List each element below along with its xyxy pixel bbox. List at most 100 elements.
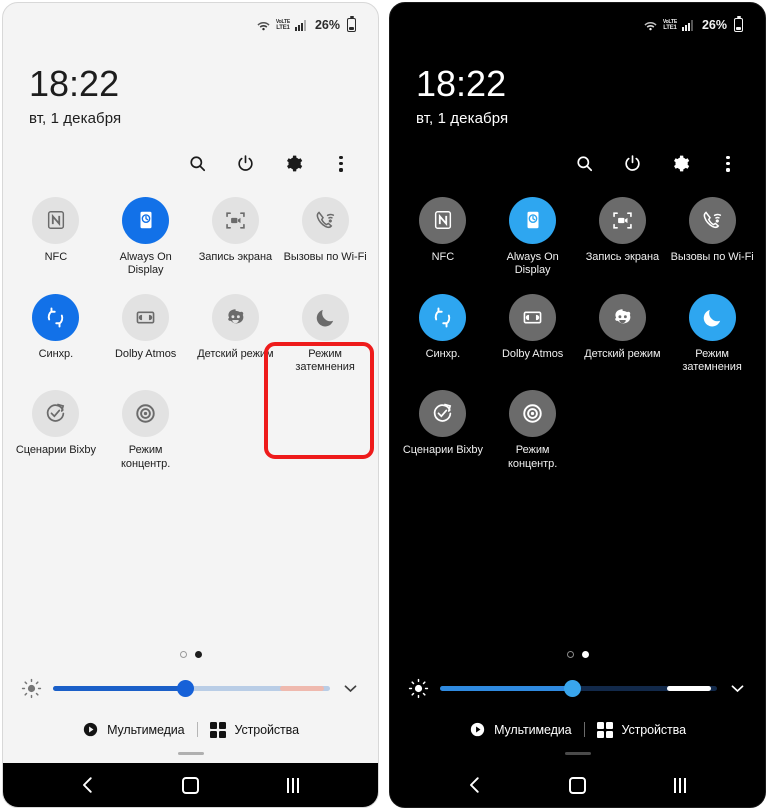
clock-date: вт, 1 декабря bbox=[416, 109, 509, 127]
page-dot-2-active[interactable] bbox=[194, 651, 202, 659]
brightness-row-dark bbox=[390, 671, 765, 705]
quick-panel-toolbar-light bbox=[3, 127, 378, 175]
devices-button[interactable]: Устройства bbox=[209, 721, 300, 739]
chevron-down-icon[interactable] bbox=[341, 679, 360, 698]
media-button[interactable]: Мультимедиа bbox=[469, 721, 572, 738]
brightness-row-light bbox=[3, 671, 378, 705]
clock-block-light: 18:22 вт, 1 декабря bbox=[3, 47, 378, 127]
brightness-icon bbox=[408, 678, 429, 699]
status-bar-light: VoLTE LTE1 26% bbox=[3, 3, 378, 47]
screen-record-icon bbox=[211, 196, 259, 244]
nfc-icon bbox=[419, 196, 467, 244]
tile-bixby-routines[interactable]: Сценарии Bixby bbox=[11, 384, 101, 471]
search-icon[interactable] bbox=[573, 153, 595, 175]
slider-knob[interactable] bbox=[564, 679, 582, 697]
recents-icon[interactable] bbox=[280, 772, 306, 798]
tile-screen-record[interactable]: Запись экрана bbox=[191, 191, 281, 278]
tile-wifi-calling[interactable]: Вызовы по Wi-Fi bbox=[280, 191, 370, 278]
always-on-display-icon bbox=[509, 196, 557, 244]
clock-date: вт, 1 декабря bbox=[29, 109, 122, 127]
tile-sync[interactable]: Синхр. bbox=[398, 288, 488, 375]
page-dot-2-active[interactable] bbox=[581, 651, 589, 659]
tile-always-on-display[interactable]: Always On Display bbox=[101, 191, 191, 278]
brightness-slider[interactable] bbox=[440, 677, 717, 699]
slider-knob[interactable] bbox=[177, 679, 195, 697]
quick-settings-tiles-dark: NFC Always On Display Запись экрана Вызо… bbox=[390, 175, 765, 471]
devices-label: Устройства bbox=[234, 722, 300, 737]
drag-handle[interactable] bbox=[390, 738, 765, 763]
home-square-icon[interactable] bbox=[564, 772, 590, 798]
page-dot-1[interactable] bbox=[179, 651, 187, 659]
page-indicator-light[interactable] bbox=[3, 651, 378, 671]
signal-bars-icon bbox=[294, 19, 306, 31]
tile-nfc[interactable]: NFC bbox=[11, 191, 101, 278]
tile-label: Режим концентр. bbox=[507, 444, 558, 470]
nfc-icon bbox=[32, 196, 80, 244]
tile-label: Режим затемнения bbox=[682, 347, 742, 374]
gear-icon[interactable] bbox=[282, 153, 304, 175]
tile-label: Режим затемнения bbox=[295, 347, 355, 374]
back-chevron-icon[interactable] bbox=[75, 772, 101, 798]
battery-percent-label: 26% bbox=[314, 18, 340, 32]
tile-kids-mode[interactable]: Детский режим bbox=[191, 288, 281, 375]
tile-focus-mode[interactable]: Режим концентр. bbox=[488, 384, 578, 471]
tile-wifi-calling[interactable]: Вызовы по Wi-Fi bbox=[667, 191, 757, 278]
battery-icon bbox=[347, 16, 356, 32]
tile-nfc[interactable]: NFC bbox=[398, 191, 488, 278]
chevron-down-icon[interactable] bbox=[728, 679, 747, 698]
media-label: Мультимедиа bbox=[494, 722, 572, 737]
kebab-menu-icon[interactable] bbox=[330, 153, 352, 175]
tile-label: Синхр. bbox=[425, 347, 461, 360]
tile-dark-mode[interactable]: Режим затемнения bbox=[280, 288, 370, 375]
tile-focus-mode[interactable]: Режим концентр. bbox=[101, 384, 191, 471]
footer-divider bbox=[196, 722, 198, 738]
tile-bixby-routines[interactable]: Сценарии Bixby bbox=[398, 384, 488, 471]
drag-handle[interactable] bbox=[3, 738, 378, 763]
tile-label: Вызовы по Wi-Fi bbox=[283, 250, 367, 263]
panel-spacer bbox=[3, 471, 378, 651]
devices-button[interactable]: Устройства bbox=[596, 721, 686, 739]
tile-label: Сценарии Bixby bbox=[15, 444, 96, 457]
tile-always-on-display[interactable]: Always On Display bbox=[488, 191, 578, 278]
tile-sync[interactable]: Синхр. bbox=[11, 288, 101, 375]
tile-label: Режим концентр. bbox=[120, 444, 171, 470]
comparison-stage: VoLTE LTE1 26% 18:22 вт, 1 декабря NFC A… bbox=[0, 0, 768, 810]
power-icon[interactable] bbox=[621, 153, 643, 175]
phone-light-theme: VoLTE LTE1 26% 18:22 вт, 1 декабря NFC A… bbox=[2, 2, 379, 808]
tile-label: Always On Display bbox=[119, 250, 172, 277]
page-indicator-dark[interactable] bbox=[390, 651, 765, 671]
slider-fill bbox=[440, 685, 573, 691]
tile-label: Детский режим bbox=[197, 347, 274, 360]
battery-icon bbox=[734, 16, 743, 32]
focus-mode-icon bbox=[122, 390, 170, 438]
dolby-atmos-icon bbox=[509, 293, 557, 341]
tile-dark-mode[interactable]: Режим затемнения bbox=[667, 288, 757, 375]
tile-dolby-atmos[interactable]: Dolby Atmos bbox=[101, 288, 191, 375]
focus-mode-icon bbox=[509, 390, 557, 438]
home-square-icon[interactable] bbox=[177, 772, 203, 798]
media-button[interactable]: Мультимедиа bbox=[82, 721, 185, 738]
tile-label: NFC bbox=[44, 250, 68, 263]
gear-icon[interactable] bbox=[669, 153, 691, 175]
page-dot-1[interactable] bbox=[566, 651, 574, 659]
dark-mode-moon-icon bbox=[301, 293, 349, 341]
recents-icon[interactable] bbox=[667, 772, 693, 798]
footer-divider bbox=[583, 722, 585, 738]
tile-kids-mode[interactable]: Детский режим bbox=[578, 288, 668, 375]
grid-squares-icon bbox=[596, 721, 614, 739]
tile-label: Детский режим bbox=[584, 347, 661, 360]
back-chevron-icon[interactable] bbox=[462, 772, 488, 798]
tile-dolby-atmos[interactable]: Dolby Atmos bbox=[488, 288, 578, 375]
clock-block-dark: 18:22 вт, 1 декабря bbox=[390, 47, 765, 127]
bixby-routines-icon bbox=[419, 390, 467, 438]
always-on-display-icon bbox=[122, 196, 170, 244]
power-icon[interactable] bbox=[234, 153, 256, 175]
sync-icon bbox=[419, 293, 467, 341]
tile-label: Dolby Atmos bbox=[115, 347, 177, 360]
search-icon[interactable] bbox=[186, 153, 208, 175]
brightness-slider[interactable] bbox=[53, 677, 330, 699]
brightness-icon bbox=[21, 678, 42, 699]
kebab-menu-icon[interactable] bbox=[717, 153, 739, 175]
tile-screen-record[interactable]: Запись экрана bbox=[578, 191, 668, 278]
clock-time: 18:22 bbox=[416, 63, 507, 104]
